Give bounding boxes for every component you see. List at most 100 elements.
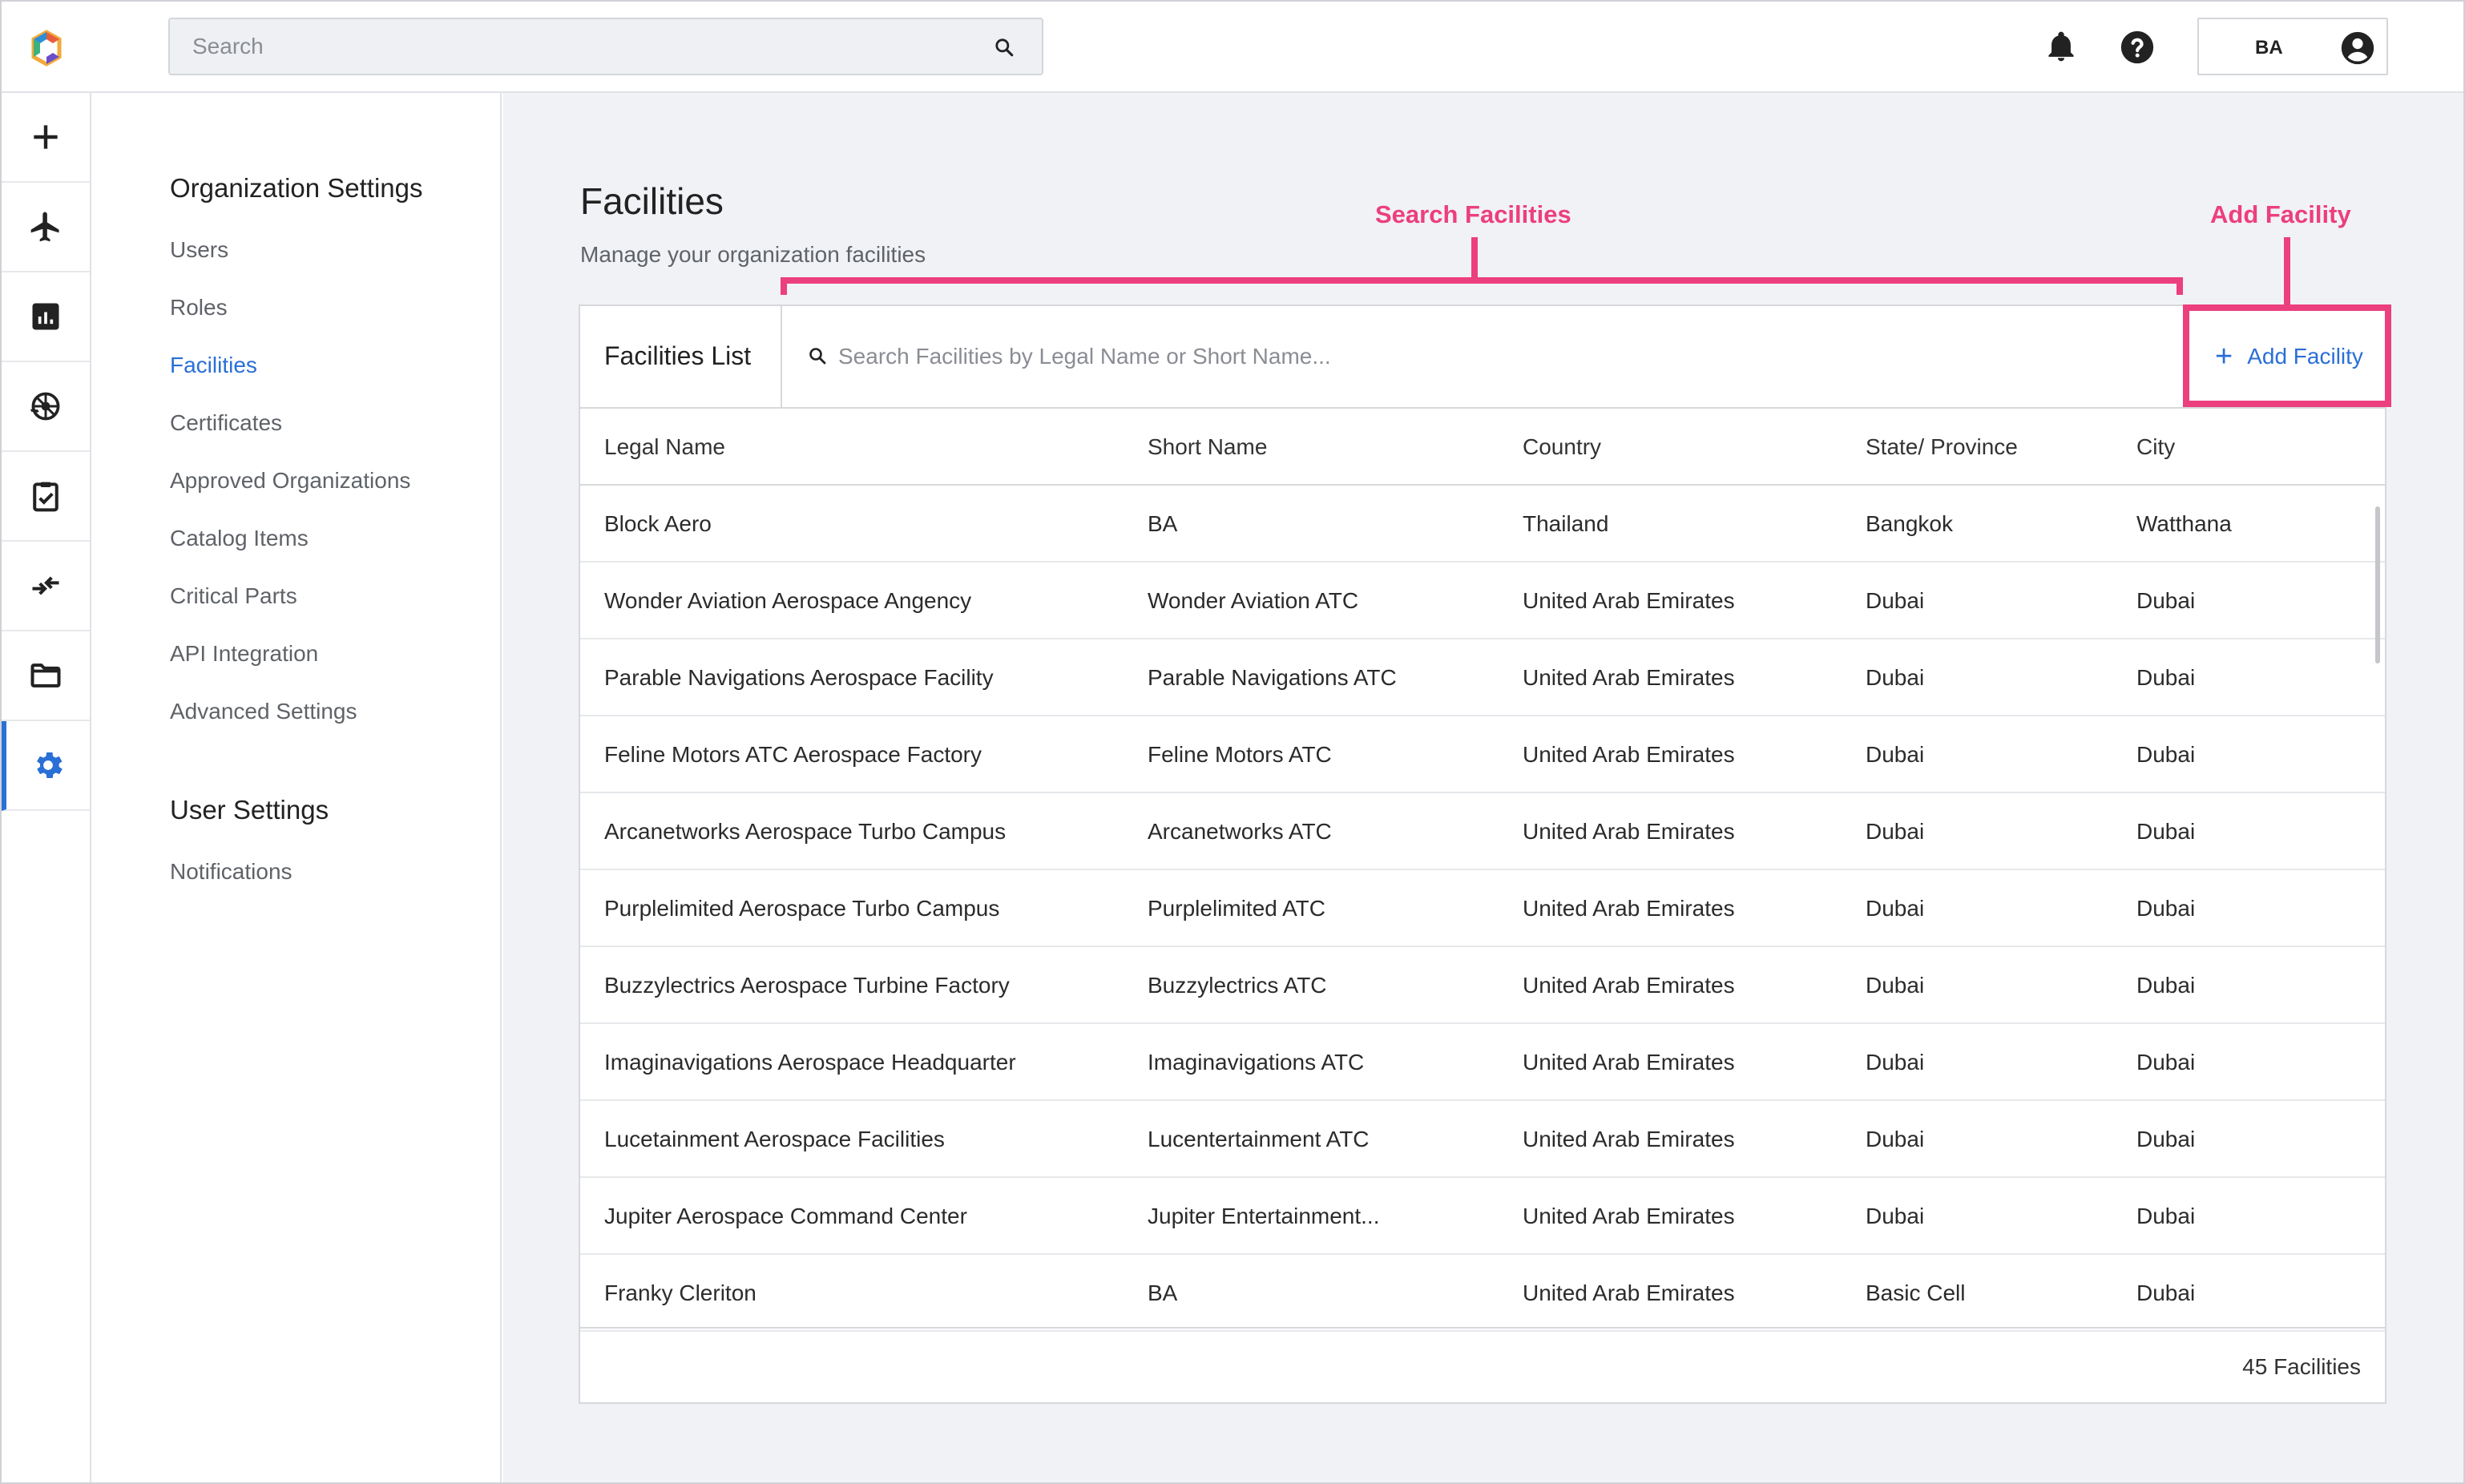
annotation-add-label: Add Facility: [2210, 200, 2351, 228]
cell-country: United Arab Emirates: [1523, 665, 1735, 690]
nav-advanced-settings[interactable]: Advanced Settings: [170, 699, 357, 724]
cell-legal-name: Arcanetworks Aerospace Turbo Campus: [604, 819, 1007, 844]
nav-facilities[interactable]: Facilities: [170, 353, 257, 378]
cell-state-province: Dubai: [1866, 1204, 1925, 1228]
rail-create[interactable]: [2, 93, 90, 183]
cell-state-province: Basic Cell: [1866, 1280, 1966, 1305]
table-row[interactable]: Jupiter Aerospace Command Center Jupiter…: [580, 1178, 2385, 1255]
cell-legal-name: Block Aero: [604, 511, 712, 536]
nav-users[interactable]: Users: [170, 237, 228, 263]
table-row[interactable]: Franky Cleriton BA United Arab Emirates …: [580, 1255, 2385, 1332]
cell-short-name: BA: [1148, 511, 1178, 536]
header-divider: [781, 306, 782, 407]
column-header-legal-name[interactable]: Legal Name: [604, 434, 725, 460]
facilities-count: 45 Facilities: [2242, 1354, 2361, 1379]
table-row[interactable]: Block Aero BA Thailand Bangkok Watthana: [580, 486, 2385, 563]
cell-legal-name: Jupiter Aerospace Command Center: [604, 1204, 967, 1228]
rail-flights[interactable]: [2, 183, 90, 272]
organization-settings-heading: Organization Settings: [170, 173, 423, 203]
swap-icon: [32, 576, 59, 595]
cell-short-name: Lucentertainment ATC: [1148, 1127, 1370, 1151]
table-scrollbar[interactable]: [2375, 506, 2380, 663]
table-row[interactable]: Feline Motors ATC Aerospace Factory Feli…: [580, 716, 2385, 793]
table-row[interactable]: Purplelimited Aerospace Turbo Campus Pur…: [580, 870, 2385, 947]
engine-icon: [30, 392, 60, 421]
cell-country: United Arab Emirates: [1523, 1204, 1735, 1228]
cell-short-name: Wonder Aviation ATC: [1148, 588, 1359, 613]
gear-icon: [37, 752, 63, 778]
cell-state-province: Dubai: [1866, 973, 1925, 998]
nav-api-integration[interactable]: API Integration: [170, 641, 318, 667]
facilities-search-input[interactable]: [838, 330, 1960, 383]
cell-state-province: Dubai: [1866, 819, 1925, 844]
nav-catalog-items[interactable]: Catalog Items: [170, 526, 309, 551]
column-header-city[interactable]: City: [2136, 434, 2175, 460]
table-row[interactable]: Wonder Aviation Aerospace Angency Wonder…: [580, 563, 2385, 639]
cell-country: United Arab Emirates: [1523, 896, 1735, 921]
annotation-search-bracket-left: [781, 277, 787, 295]
cell-legal-name: Wonder Aviation Aerospace Angency: [604, 588, 972, 613]
search-icon[interactable]: [994, 37, 1015, 58]
folder-icon: [30, 663, 61, 688]
cell-city: Dubai: [2136, 1127, 2196, 1151]
cell-legal-name: Imaginavigations Aerospace Headquarter: [604, 1050, 1016, 1075]
table-header: Legal Name Short Name Country State/ Pro…: [580, 409, 2385, 486]
global-search-input[interactable]: [192, 19, 978, 74]
rail-settings[interactable]: [2, 721, 90, 811]
cell-country: United Arab Emirates: [1523, 1127, 1735, 1151]
nav-critical-parts[interactable]: Critical Parts: [170, 583, 297, 609]
table-row[interactable]: Imaginavigations Aerospace Headquarter I…: [580, 1024, 2385, 1101]
cell-country: United Arab Emirates: [1523, 1280, 1735, 1305]
annotation-search-label: Search Facilities: [1375, 200, 1571, 228]
plus-icon: [34, 125, 58, 149]
cell-city: Watthana: [2136, 511, 2232, 536]
notification-bell-icon[interactable]: [2043, 29, 2079, 64]
rail-transfers[interactable]: [2, 542, 90, 631]
nav-notifications[interactable]: Notifications: [170, 859, 292, 885]
rail-tasks[interactable]: [2, 452, 90, 542]
cell-legal-name: Feline Motors ATC Aerospace Factory: [604, 742, 982, 767]
cell-short-name: Buzzylectrics ATC: [1148, 973, 1327, 998]
user-menu[interactable]: BA: [2197, 18, 2388, 75]
cell-country: United Arab Emirates: [1523, 588, 1735, 613]
page-title: Facilities: [580, 180, 724, 222]
cell-country: United Arab Emirates: [1523, 742, 1735, 767]
cell-city: Dubai: [2136, 665, 2196, 690]
nav-certificates[interactable]: Certificates: [170, 410, 282, 436]
cell-short-name: BA: [1148, 1280, 1178, 1305]
rail-documents[interactable]: [2, 631, 90, 721]
facilities-table: Legal Name Short Name Country State/ Pro…: [580, 409, 2385, 1332]
cell-city: Dubai: [2136, 973, 2196, 998]
table-row[interactable]: Lucetainment Aerospace Facilities Lucent…: [580, 1101, 2385, 1178]
rail-engines[interactable]: [2, 362, 90, 452]
cell-short-name: Purplelimited ATC: [1148, 896, 1326, 921]
cell-state-province: Dubai: [1866, 665, 1925, 690]
card-header: Facilities List + Add Facility: [580, 306, 2385, 409]
table-row[interactable]: Buzzylectrics Aerospace Turbine Factory …: [580, 947, 2385, 1024]
cell-country: Thailand: [1523, 511, 1609, 536]
table-row[interactable]: Arcanetworks Aerospace Turbo Campus Arca…: [580, 793, 2385, 870]
cell-state-province: Bangkok: [1866, 511, 1953, 536]
user-initials: BA: [2255, 37, 2283, 58]
table-row[interactable]: Parable Navigations Aerospace Facility P…: [580, 639, 2385, 716]
column-header-state-province[interactable]: State/ Province: [1866, 434, 2018, 460]
airplane-icon: [30, 212, 59, 242]
user-settings-heading: User Settings: [170, 795, 329, 825]
nav-roles[interactable]: Roles: [170, 295, 228, 321]
cell-legal-name: Franky Cleriton: [604, 1280, 756, 1305]
cell-city: Dubai: [2136, 896, 2196, 921]
column-header-country[interactable]: Country: [1523, 434, 1601, 460]
rail-reports[interactable]: [2, 272, 90, 362]
cell-state-province: Dubai: [1866, 742, 1925, 767]
app-logo-icon[interactable]: [27, 29, 66, 67]
cell-country: United Arab Emirates: [1523, 819, 1735, 844]
help-icon[interactable]: [2119, 29, 2156, 66]
cell-short-name: Arcanetworks ATC: [1148, 819, 1332, 844]
facilities-list-title: Facilities List: [604, 341, 752, 370]
annotation-add-connector: [2284, 237, 2290, 304]
nav-approved-organizations[interactable]: Approved Organizations: [170, 468, 410, 494]
bar-chart-icon: [32, 303, 59, 330]
cell-legal-name: Parable Navigations Aerospace Facility: [604, 665, 994, 690]
account-circle-icon: [2341, 31, 2374, 65]
column-header-short-name[interactable]: Short Name: [1148, 434, 1267, 460]
